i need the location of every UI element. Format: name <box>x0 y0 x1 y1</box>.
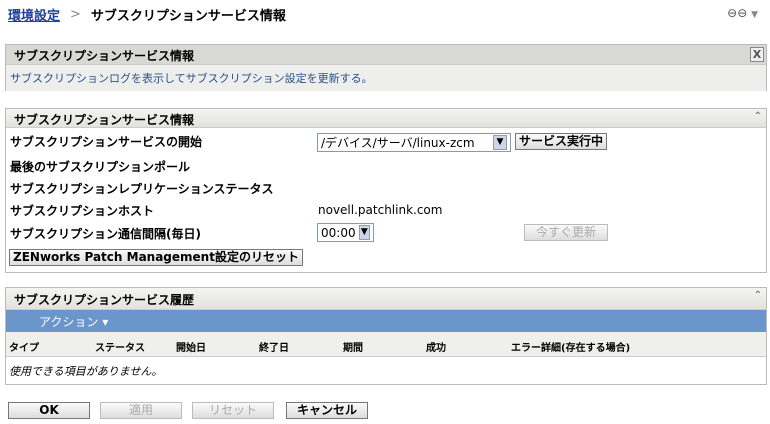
interval-label: サブスクリプション通信間隔(毎日) <box>10 227 201 241</box>
breadcrumb-separator: > <box>70 7 81 22</box>
settings-panel-header: サブスクリプションサービス情報 ⌃ <box>6 109 766 128</box>
column-success[interactable]: 成功 <box>426 339 446 354</box>
ok-button[interactable]: OK <box>8 402 90 419</box>
host-label: サブスクリプションホスト <box>10 204 155 218</box>
collapse-icon[interactable]: ⌃ <box>754 111 762 122</box>
column-status[interactable]: ステータス <box>95 339 145 354</box>
page-title: サブスクリプションサービス情報 <box>90 9 286 24</box>
column-error-details[interactable]: エラー詳細(存在する場合) <box>511 339 630 354</box>
chevron-down-icon[interactable]: ▼ <box>751 10 758 20</box>
collapse-icon[interactable]: ⌃ <box>754 290 762 301</box>
top-icons: ⊖⊖ ▼ <box>727 6 758 20</box>
history-panel: サブスクリプションサービス履歴 ⌃ アクション ▾ タイプ ステータス 開始日 … <box>5 287 767 385</box>
breadcrumb: 環境設定 > サブスクリプションサービス情報 <box>8 5 286 24</box>
interval-value: 00:00 <box>321 225 356 240</box>
chevron-down-icon: ▼ <box>493 135 507 150</box>
apply-button[interactable]: 適用 <box>100 402 182 419</box>
info-description: サブスクリプションログを表示してサブスクリプション設定を更新する。 <box>6 65 766 91</box>
column-start-date[interactable]: 開始日 <box>176 339 206 354</box>
history-panel-header: サブスクリプションサービス履歴 ⌃ <box>6 288 766 310</box>
settings-panel: サブスクリプションサービス情報 ⌃ サブスクリプションサービスの開始 /デバイス… <box>5 108 767 273</box>
chevron-down-icon: ▼ <box>358 225 370 240</box>
column-duration[interactable]: 期間 <box>343 339 363 354</box>
info-panel-title: サブスクリプションサービス情報 <box>14 49 195 63</box>
reset-button[interactable]: リセット <box>192 402 274 419</box>
last-poll-label: 最後のサブスクリプションポール <box>10 160 191 174</box>
link-icon[interactable]: ⊖⊖ <box>727 6 747 20</box>
host-value: novell.patchlink.com <box>318 203 443 217</box>
start-label: サブスクリプションサービスの開始 <box>10 135 203 149</box>
action-menu[interactable]: アクション ▾ <box>39 315 108 329</box>
column-end-date[interactable]: 終了日 <box>259 339 289 354</box>
empty-message: 使用できる項目がありません。 <box>9 365 163 378</box>
settings-panel-title: サブスクリプションサービス情報 <box>14 113 195 127</box>
history-panel-title: サブスクリプションサービス履歴 <box>14 293 195 307</box>
breadcrumb-link-settings[interactable]: 環境設定 <box>8 5 60 24</box>
info-panel: サブスクリプションサービス情報 X サブスクリプションログを表示してサブスクリプ… <box>5 44 767 91</box>
update-now-button[interactable]: 今すぐ更新 <box>524 224 608 241</box>
cancel-button[interactable]: キャンセル <box>286 402 368 419</box>
info-panel-header: サブスクリプションサービス情報 X <box>6 45 766 65</box>
start-server-select[interactable]: /デバイス/サーバ/linux-zcm ▼ <box>317 133 511 152</box>
reset-patch-settings-button[interactable]: ZENworks Patch Management設定のリセット <box>9 249 303 266</box>
service-running-button[interactable]: サービス実行中 <box>515 133 608 150</box>
column-type[interactable]: タイプ <box>9 339 39 354</box>
replication-status-label: サブスクリプションレプリケーションステータス <box>10 182 274 196</box>
table-header: タイプ ステータス 開始日 終了日 期間 成功 エラー詳細(存在する場合) <box>6 332 766 357</box>
action-bar: アクション ▾ <box>6 310 766 332</box>
start-server-value: /デバイス/サーバ/linux-zcm <box>321 136 475 150</box>
close-icon[interactable]: X <box>750 47 764 62</box>
interval-select[interactable]: 00:00 ▼ <box>317 223 374 242</box>
